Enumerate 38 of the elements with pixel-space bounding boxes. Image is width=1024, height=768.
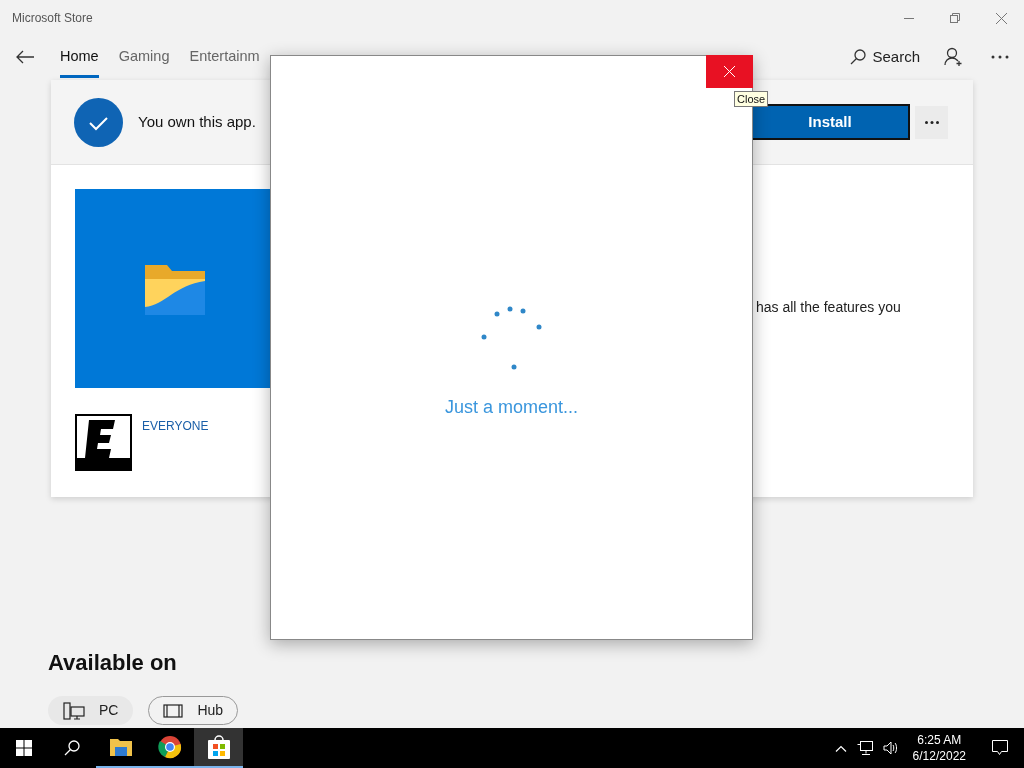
search-button[interactable]: Search xyxy=(850,45,920,69)
close-icon xyxy=(995,12,1007,24)
computer-icon xyxy=(63,701,85,720)
more-icon xyxy=(991,55,1009,59)
windows-icon xyxy=(16,740,32,756)
rating-badge-icon xyxy=(75,414,132,471)
device-chip: PC xyxy=(48,696,134,725)
install-button[interactable]: Install xyxy=(750,104,910,140)
loading-message: Just a moment... xyxy=(444,396,579,419)
back-arrow-icon xyxy=(16,50,34,64)
search-icon xyxy=(850,49,867,65)
more-options-button[interactable] xyxy=(915,105,948,139)
browser-icon xyxy=(157,735,182,759)
speaker-icon xyxy=(882,741,899,755)
add-person-icon xyxy=(944,47,964,67)
caret-up-icon xyxy=(834,744,847,752)
speech-bubble-icon xyxy=(992,740,1008,756)
close-icon xyxy=(724,66,735,77)
checkmark-icon xyxy=(74,97,123,147)
nav-tab[interactable]: Entertainm xyxy=(189,36,260,78)
section-heading: Available on xyxy=(48,649,178,677)
network-icon xyxy=(856,740,873,756)
tooltip: Close xyxy=(734,91,769,107)
screen-icon xyxy=(163,703,184,718)
age-rating: EVERYONE xyxy=(142,418,209,435)
description-text: has all the features you xyxy=(756,298,901,317)
minimize-icon xyxy=(904,17,914,19)
shopping-bag-icon xyxy=(206,734,231,760)
search-icon xyxy=(64,740,80,756)
folder-icon xyxy=(108,737,133,757)
ownership-message: You own this app. xyxy=(138,111,256,132)
clock[interactable]: 6:25 AM 6/12/2022 xyxy=(908,732,970,764)
restore-icon xyxy=(950,13,960,23)
loading-spinner-icon xyxy=(480,306,543,372)
window-title: Microsoft Store xyxy=(12,10,93,27)
more-icon xyxy=(924,120,939,124)
nav-tab[interactable]: Gaming xyxy=(118,36,170,78)
taskbar-app[interactable] xyxy=(194,728,243,768)
